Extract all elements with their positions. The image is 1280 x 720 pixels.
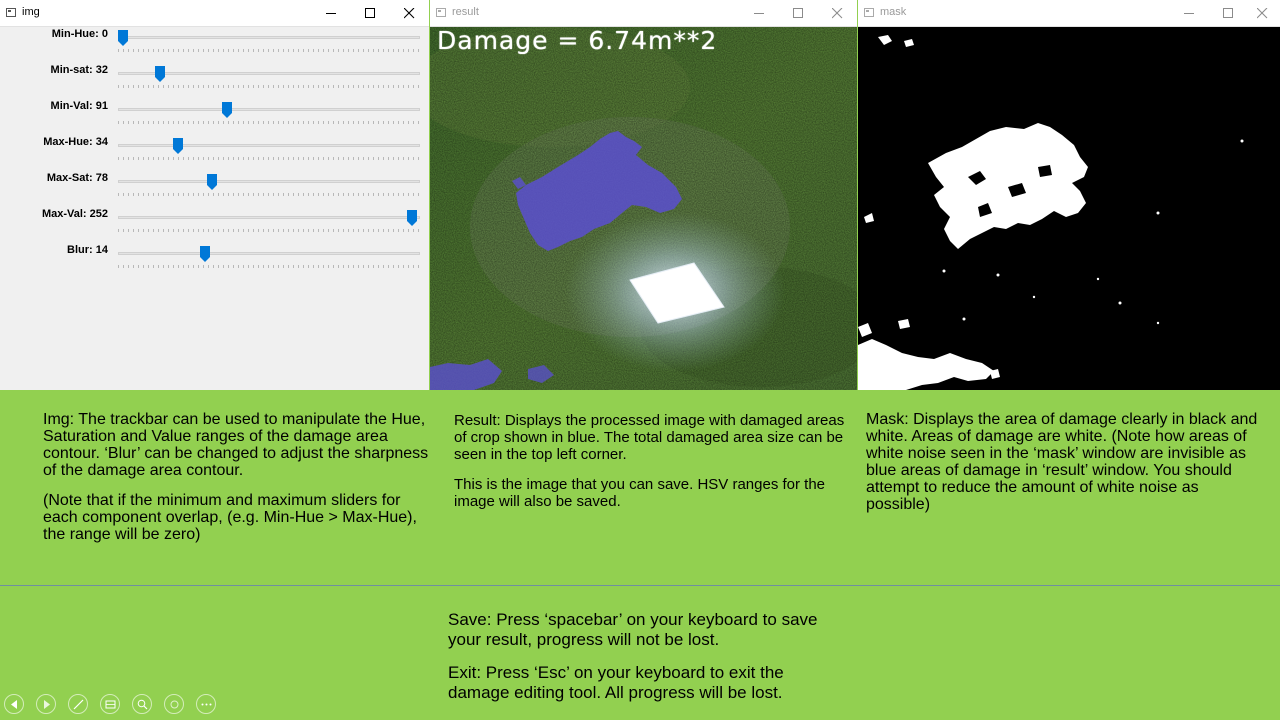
img-window-title: img bbox=[22, 6, 40, 18]
close-icon bbox=[832, 8, 843, 19]
pen-button[interactable] bbox=[68, 694, 88, 714]
slides-button[interactable] bbox=[100, 694, 120, 714]
divider bbox=[0, 585, 1280, 586]
result-description: Result: Displays the processed image wit… bbox=[454, 412, 849, 510]
minimize-button[interactable] bbox=[1171, 0, 1209, 26]
mask-blobs bbox=[858, 35, 1244, 390]
minimize-icon bbox=[754, 13, 764, 14]
save-instruction: Save: Press ‘spacebar’ on your keyboard … bbox=[448, 610, 818, 649]
window-app-icon bbox=[6, 8, 16, 17]
trackbar-label: Min-sat: 32 bbox=[50, 64, 108, 76]
trackbar-ticks bbox=[118, 85, 420, 88]
exit-instruction: Exit: Press ‘Esc’ on your keyboard to ex… bbox=[448, 663, 784, 702]
minimize-button[interactable] bbox=[313, 0, 351, 26]
trackbar-thumb[interactable] bbox=[118, 30, 128, 46]
mask-hole bbox=[1038, 165, 1052, 177]
result-description-p1: Result: Displays the processed image wit… bbox=[454, 412, 845, 463]
forward-icon bbox=[44, 700, 50, 709]
trackbar-ticks bbox=[118, 49, 420, 52]
instructions: Save: Press ‘spacebar’ on your keyboard … bbox=[448, 610, 848, 703]
window-app-icon bbox=[864, 8, 874, 17]
result-window-title: result bbox=[452, 6, 479, 18]
damage-size-text: Damage = 6.74m**2 bbox=[437, 27, 718, 55]
result-image: Damage = 6.74m**2 bbox=[430, 27, 857, 390]
mask-image bbox=[858, 27, 1280, 390]
trackbar-ticks bbox=[118, 121, 420, 124]
result-window: result Damage = 6.74m**2 bbox=[430, 0, 857, 390]
more-icon bbox=[201, 703, 212, 706]
slides-icon bbox=[105, 700, 116, 709]
trackbar-ticks bbox=[118, 193, 420, 196]
trackbar-label: Max-Sat: 78 bbox=[46, 172, 108, 184]
close-button[interactable] bbox=[1244, 0, 1280, 26]
mask-region bbox=[858, 323, 872, 337]
maximize-icon bbox=[793, 8, 803, 18]
img-description: Img: The trackbar can be used to manipul… bbox=[43, 411, 438, 543]
close-button[interactable] bbox=[819, 0, 857, 26]
mask-description-p1: Mask: Displays the area of damage clearl… bbox=[866, 411, 1258, 513]
mask-region bbox=[928, 123, 1088, 249]
back-icon bbox=[11, 700, 17, 709]
back-button[interactable] bbox=[4, 694, 24, 714]
img-description-p2: (Note that if the minimum and maximum sl… bbox=[43, 492, 417, 543]
pen-icon bbox=[73, 699, 84, 710]
mask-window: mask bbox=[858, 0, 1280, 390]
trackbar-thumb[interactable] bbox=[207, 174, 218, 190]
mask-window-title: mask bbox=[880, 6, 907, 18]
subtitle-button[interactable] bbox=[164, 694, 184, 714]
trackbar-track[interactable] bbox=[118, 180, 420, 183]
img-titlebar[interactable]: img bbox=[0, 0, 429, 27]
maximize-icon bbox=[1223, 8, 1233, 18]
minimize-icon bbox=[1184, 13, 1194, 14]
trackbar-thumb[interactable] bbox=[199, 246, 210, 262]
result-description-p2: This is the image that you can save. HSV… bbox=[454, 476, 826, 510]
trackbar-ticks bbox=[118, 229, 420, 232]
minimize-button[interactable] bbox=[741, 0, 779, 26]
trackbar-label: Blur: 14 bbox=[67, 244, 108, 256]
maximize-icon bbox=[365, 8, 375, 18]
trackbar-thumb[interactable] bbox=[173, 138, 184, 154]
window-app-icon bbox=[436, 8, 446, 17]
forward-button[interactable] bbox=[36, 694, 56, 714]
zoom-icon bbox=[137, 699, 148, 710]
img-window: img Min-Hue: 0 Min-sat: 32 Min-Val: 91 Max-… bbox=[0, 0, 429, 390]
trackbar-thumb[interactable] bbox=[406, 210, 417, 226]
circle-icon bbox=[170, 700, 179, 709]
mask-region bbox=[864, 213, 874, 223]
trackbar-label: Max-Val: 252 bbox=[41, 208, 108, 220]
close-icon bbox=[404, 8, 415, 19]
trackbar-track[interactable] bbox=[118, 36, 420, 39]
mask-titlebar[interactable]: mask bbox=[858, 0, 1280, 27]
mask-region bbox=[904, 39, 914, 47]
trackbar-thumb[interactable] bbox=[154, 66, 165, 82]
maximize-button[interactable] bbox=[352, 0, 390, 26]
trackbar-label: Max-Hue: 34 bbox=[43, 136, 108, 148]
mask-description: Mask: Displays the area of damage clearl… bbox=[866, 411, 1261, 513]
trackbar-label: Min-Hue: 0 bbox=[51, 28, 108, 40]
grass-photo bbox=[430, 27, 857, 390]
trackbar-thumb[interactable] bbox=[222, 102, 233, 118]
mask-region bbox=[858, 339, 994, 390]
trackbar-track[interactable] bbox=[118, 144, 420, 147]
trackbar-track[interactable] bbox=[118, 252, 420, 255]
trackbar-track[interactable] bbox=[118, 216, 420, 219]
trackbar-ticks bbox=[118, 157, 420, 160]
zoom-button[interactable] bbox=[132, 694, 152, 714]
trackbar-track[interactable] bbox=[118, 108, 420, 111]
close-icon bbox=[1257, 8, 1268, 19]
mask-region bbox=[898, 319, 910, 329]
trackbar-panel: Min-Hue: 0 Min-sat: 32 Min-Val: 91 Max-Hue:… bbox=[0, 27, 429, 390]
maximize-button[interactable] bbox=[1210, 0, 1248, 26]
more-button[interactable] bbox=[196, 694, 216, 714]
img-description-p1: Img: The trackbar can be used to manipul… bbox=[43, 411, 429, 479]
close-button[interactable] bbox=[391, 0, 429, 26]
mask-region bbox=[878, 35, 892, 45]
minimize-icon bbox=[326, 13, 336, 14]
trackbar-label: Min-Val: 91 bbox=[50, 100, 108, 112]
trackbar-ticks bbox=[118, 265, 420, 268]
result-titlebar[interactable]: result bbox=[430, 0, 857, 27]
maximize-button[interactable] bbox=[780, 0, 818, 26]
